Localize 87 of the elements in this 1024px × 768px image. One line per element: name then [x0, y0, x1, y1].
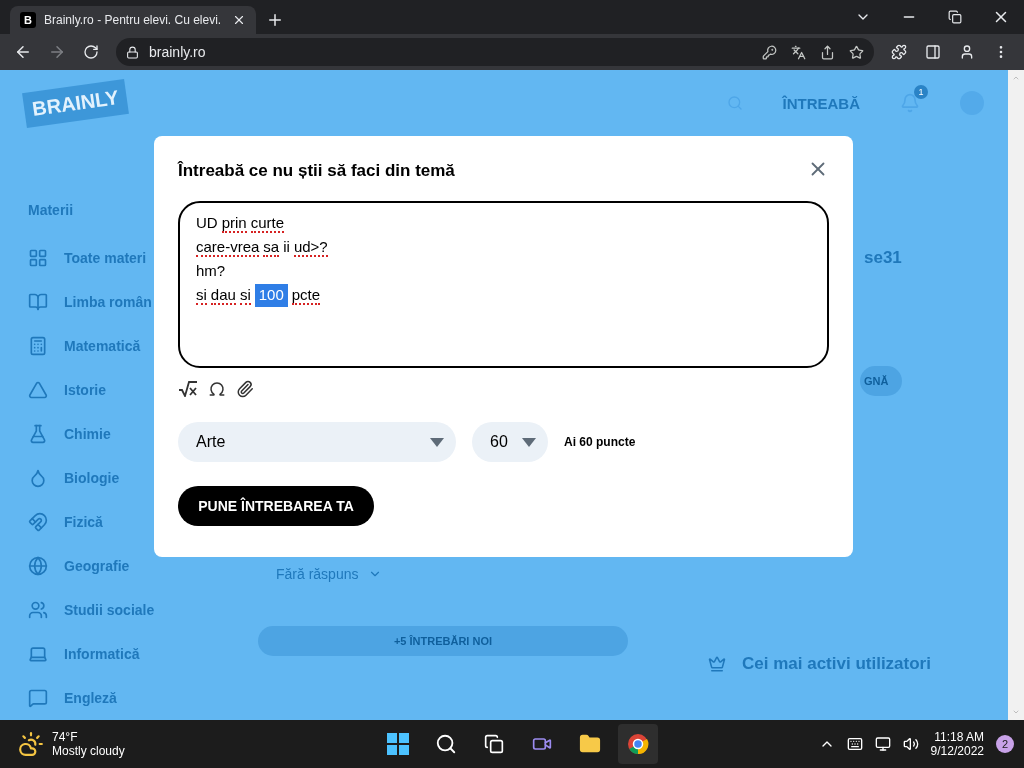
- caret-icon: [430, 437, 444, 447]
- clock-time[interactable]: 11:18 AM: [934, 730, 984, 744]
- keyboard-icon[interactable]: [846, 736, 863, 752]
- subject-link[interactable]: Geografie: [64, 558, 130, 574]
- username: se31: [864, 248, 902, 268]
- side-panel-icon[interactable]: [925, 44, 941, 60]
- flask-icon: [28, 424, 48, 444]
- subject-link[interactable]: Limba român: [64, 294, 152, 310]
- question-word: sa: [263, 237, 280, 257]
- sidebar-heading: Materii: [28, 202, 74, 220]
- question-word: dau: [210, 285, 236, 305]
- subject-link[interactable]: Biologie: [64, 470, 120, 486]
- people-icon: [28, 600, 48, 620]
- drop-icon: [28, 468, 48, 488]
- new-questions-button[interactable]: +5 ÎNTREBĂRI NOI: [258, 626, 628, 656]
- translate-icon[interactable]: [791, 44, 806, 60]
- volume-icon[interactable]: [902, 736, 919, 752]
- filter-label[interactable]: Fără răspuns: [276, 566, 359, 582]
- profile-icon[interactable]: [959, 44, 975, 60]
- omega-icon[interactable]: [208, 380, 226, 398]
- subject-link[interactable]: Istorie: [64, 382, 106, 398]
- question-word: prin: [221, 213, 247, 233]
- question-word: care-vrea: [196, 237, 260, 257]
- browser-tab[interactable]: B Brainly.ro - Pentru elevi. Cu elevi.: [10, 6, 256, 34]
- question-word: si: [239, 285, 251, 305]
- task-view-icon[interactable]: [484, 734, 504, 754]
- subject-select[interactable]: Arte: [178, 422, 456, 462]
- search-icon[interactable]: [435, 733, 457, 755]
- subject-link[interactable]: Engleză: [64, 690, 117, 706]
- close-icon[interactable]: [232, 13, 246, 27]
- caret-icon: [522, 437, 536, 447]
- section-title: Cei mai activi utilizatori: [742, 654, 931, 674]
- laptop-icon: [28, 644, 48, 664]
- question-word: ud>?: [293, 237, 328, 257]
- key-icon[interactable]: [762, 44, 777, 60]
- puzzle-icon[interactable]: [891, 44, 907, 60]
- question-word: 100: [254, 283, 288, 307]
- folder-icon[interactable]: [579, 733, 601, 755]
- restore-icon[interactable]: [948, 10, 962, 24]
- question-word: UD: [196, 213, 218, 233]
- url-text: brainly.ro: [149, 44, 206, 60]
- grid-icon: [28, 248, 48, 268]
- crown-icon: [708, 655, 726, 673]
- plus-icon[interactable]: [266, 11, 284, 29]
- temperature: 74°F: [52, 730, 79, 744]
- clock-date[interactable]: 9/12/2022: [930, 744, 984, 758]
- notification-badge[interactable]: 2: [996, 735, 1014, 753]
- globe-icon: [28, 556, 48, 576]
- triangle-icon: [28, 380, 48, 400]
- book-icon: [28, 292, 48, 312]
- question-word: curte: [250, 213, 285, 233]
- question-word: si: [196, 285, 207, 305]
- submit-button[interactable]: PUNE ÎNTREBAREA TA: [178, 486, 374, 526]
- windows-icon[interactable]: [387, 733, 409, 755]
- action-button[interactable]: GNĂ: [860, 366, 903, 396]
- share-icon[interactable]: [820, 44, 835, 60]
- star-icon[interactable]: [849, 44, 864, 60]
- ask-link[interactable]: ÎNTREABĂ: [782, 94, 860, 112]
- browser-icon[interactable]: [627, 733, 649, 755]
- paperclip-icon[interactable]: [236, 380, 254, 398]
- subject-link[interactable]: Matematică: [64, 338, 141, 354]
- subject-link[interactable]: Informatică: [64, 646, 140, 662]
- reload-icon[interactable]: [83, 44, 99, 60]
- address-bar[interactable]: brainly.ro: [116, 38, 874, 66]
- question-word: pcte: [291, 285, 321, 305]
- calculator-icon: [28, 336, 48, 356]
- question-word: hm?: [196, 261, 226, 281]
- notification-count: 1: [914, 85, 928, 99]
- lock-icon: [126, 45, 139, 59]
- weather-icon[interactable]: [18, 731, 44, 757]
- question-field[interactable]: UD prin curte care-vrea sa ii ud>? hm? si dau si 100 pcte: [178, 201, 829, 368]
- square-root-icon[interactable]: [178, 381, 198, 397]
- magnet-icon: [28, 512, 48, 532]
- back-icon[interactable]: [14, 43, 32, 61]
- points-note: Ai 60 puncte: [564, 435, 636, 449]
- dialog-title: Întreabă ce nu știi să faci din temă: [178, 161, 455, 181]
- speech-bubble-icon: [28, 688, 48, 708]
- question-word: ii: [283, 237, 290, 257]
- tab-title: Brainly.ro - Pentru elevi. Cu elevi.: [44, 13, 223, 27]
- subject-link[interactable]: Studii sociale: [64, 602, 155, 618]
- subject-link[interactable]: Chimie: [64, 426, 111, 442]
- subject-link[interactable]: Toate materi: [64, 250, 147, 266]
- points-select[interactable]: 60: [472, 422, 548, 462]
- favicon: B: [20, 12, 36, 28]
- weather-text: Mostly cloudy: [52, 744, 125, 758]
- logo[interactable]: BRAINLY: [22, 78, 129, 128]
- subject-link[interactable]: Fizică: [64, 514, 103, 530]
